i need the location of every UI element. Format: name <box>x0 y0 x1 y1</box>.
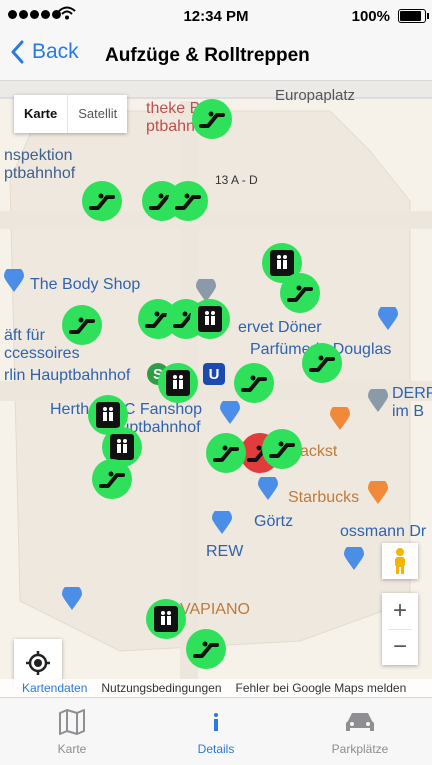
map-label-derp: DERP <box>392 385 432 402</box>
escalator-marker[interactable] <box>192 99 232 139</box>
battery-percentage: 100% <box>351 8 390 25</box>
tab-parking[interactable]: Parkplätze <box>288 698 432 765</box>
terms-link[interactable]: Nutzungsbedingungen <box>101 681 221 695</box>
map-label-berlin-hbf: rlin Hauptbahnhof <box>4 367 131 384</box>
tab-map-label: Karte <box>57 742 87 756</box>
tab-details-label: Details <box>197 742 235 756</box>
page-title: Aufzüge & Rolltreppen <box>105 45 310 66</box>
map-type-map-button[interactable]: Karte <box>14 95 67 133</box>
elevator-marker[interactable] <box>158 363 198 403</box>
map-data-link[interactable]: Kartendaten <box>22 681 87 695</box>
escalator-marker[interactable] <box>262 429 302 469</box>
escalator-marker[interactable] <box>82 181 122 221</box>
map-label-platform: 13 A - D <box>215 173 258 187</box>
back-button[interactable]: Back <box>10 40 79 64</box>
info-icon <box>214 713 218 731</box>
map-label-backst: ackst <box>300 443 338 460</box>
zoom-in-button[interactable]: + <box>382 593 418 629</box>
navigation-bar: Back Aufzüge & Rolltreppen <box>0 32 432 81</box>
poi-icon <box>368 389 388 412</box>
zoom-out-button[interactable]: − <box>382 629 418 665</box>
back-label: Back <box>32 40 79 63</box>
map-label-imb: im B <box>392 403 424 420</box>
zoom-control: + − <box>382 593 418 665</box>
restaurant-poi-icon <box>330 407 350 430</box>
map-label-rossmann: ossmann Dr <box>340 523 427 540</box>
map-label-europaplatz: Europaplatz <box>275 87 356 104</box>
escalator-marker[interactable] <box>302 343 342 383</box>
shop-poi-icon <box>344 547 364 570</box>
escalator-marker[interactable] <box>186 629 226 669</box>
map-attribution: Kartendaten Nutzungsbedingungen Fehler b… <box>0 679 432 697</box>
escalator-marker[interactable] <box>168 181 208 221</box>
status-bar: 12:34 PM 100% <box>0 0 432 32</box>
escalator-marker[interactable] <box>92 459 132 499</box>
escalator-marker[interactable] <box>234 363 274 403</box>
u-bahn-icon: U <box>203 363 225 385</box>
escalator-marker[interactable] <box>206 433 246 473</box>
map-label-doner: ervet Döner <box>238 319 322 336</box>
map-type-control: Karte Satellit <box>14 95 128 133</box>
elevator-marker[interactable] <box>190 299 230 339</box>
map-icon <box>59 709 85 735</box>
chevron-left-icon <box>11 40 24 64</box>
map-label-inspektion: nspektion <box>4 147 73 164</box>
shop-poi-icon <box>220 401 240 424</box>
map-label-vapiano: VAPIANO <box>180 601 250 618</box>
map-type-satellite-button[interactable]: Satellit <box>67 95 127 133</box>
elevator-marker[interactable] <box>146 599 186 639</box>
report-error-link[interactable]: Fehler bei Google Maps melden <box>236 681 407 695</box>
crosshair-icon <box>26 651 50 675</box>
shop-poi-icon <box>378 307 398 330</box>
map-view[interactable]: Europaplatz theke Berl ptbahnhof nspekti… <box>0 81 432 697</box>
escalator-marker[interactable] <box>62 305 102 345</box>
map-label-body-shop: The Body Shop <box>30 276 141 293</box>
shop-poi-icon <box>212 511 232 534</box>
map-label-hbf-left: ptbahnhof <box>4 165 76 182</box>
map-label-accessoires: ccessoires <box>4 345 80 362</box>
car-icon <box>346 713 374 731</box>
tab-parking-label: Parkplätze <box>331 742 389 756</box>
shop-poi-icon <box>4 269 24 292</box>
battery-icon <box>398 9 429 23</box>
cafe-poi-icon <box>368 481 388 504</box>
map-label-kraft: äft für <box>4 327 45 344</box>
tab-map[interactable]: Karte <box>0 698 144 765</box>
map-label-starbucks: Starbucks <box>288 489 360 506</box>
map-label-rewe: REW <box>206 543 244 560</box>
tab-details[interactable]: Details <box>144 698 288 765</box>
map-label-goertz: Görtz <box>254 513 294 530</box>
escalator-marker[interactable] <box>280 273 320 313</box>
street-view-pegman-icon[interactable] <box>382 543 418 579</box>
shop-poi-icon <box>258 477 278 500</box>
tab-bar: Karte Details Parkplätze <box>0 697 432 765</box>
poi-icon <box>62 587 82 610</box>
